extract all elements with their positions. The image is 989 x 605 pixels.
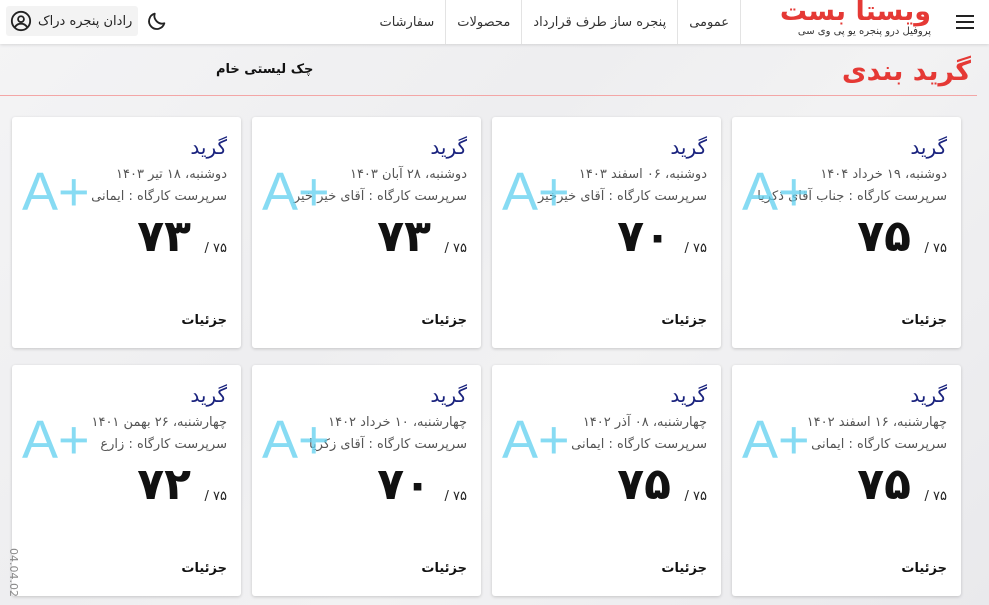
card-date: چهارشنبه، ۲۶ بهمن ۱۴۰۱ — [91, 415, 227, 430]
details-link[interactable]: جزئیات — [181, 313, 227, 328]
grade-card: گرید چهارشنبه، ۱۰ خرداد ۱۴۰۲ سرپرست کارگ… — [252, 365, 481, 596]
card-score: ۷۰ — [617, 211, 671, 262]
card-score: ۷۳ — [377, 211, 431, 262]
card-max-score: / ۷۵ — [204, 489, 227, 504]
grade-letter: A+ — [262, 410, 330, 470]
grade-letter: A+ — [742, 162, 810, 222]
card-supervisor: سرپرست کارگاه : زارع — [100, 437, 227, 452]
details-link[interactable]: جزئیات — [661, 313, 707, 328]
card-max-score: / ۷۵ — [684, 241, 707, 256]
card-max-score: / ۷۵ — [444, 489, 467, 504]
card-max-score: / ۷۵ — [924, 241, 947, 256]
details-link[interactable]: جزئیات — [901, 561, 947, 576]
grade-card: گرید دوشنبه، ۱۹ خرداد ۱۴۰۴ سرپرست کارگاه… — [732, 117, 961, 348]
user-circle-icon — [10, 10, 32, 32]
card-score: ۷۳ — [137, 211, 191, 262]
card-max-score: / ۷۵ — [684, 489, 707, 504]
details-link[interactable]: جزئیات — [421, 561, 467, 576]
main-nav: عمومی پنجره ساز طرف قرارداد محصولات سفار… — [368, 0, 741, 44]
card-max-score: / ۷۵ — [444, 241, 467, 256]
card-date: دوشنبه، ۱۹ خرداد ۱۴۰۴ — [820, 167, 947, 182]
grade-card: گرید چهارشنبه، ۱۶ اسفند ۱۴۰۲ سرپرست کارگ… — [732, 365, 961, 596]
card-date: چهارشنبه، ۰۸ آذر ۱۴۰۲ — [582, 415, 707, 430]
card-score: ۷۰ — [377, 459, 431, 510]
card-max-score: / ۷۵ — [924, 489, 947, 504]
card-date: چهارشنبه، ۱۶ اسفند ۱۴۰۲ — [806, 415, 947, 430]
grade-letter: A+ — [502, 162, 570, 222]
logo-tagline: پروفیل درو پنجره یو پی وی سی — [797, 26, 931, 37]
user-menu-button[interactable]: رادان پنجره دراک — [6, 6, 139, 36]
card-title: گرید — [910, 135, 947, 159]
card-score: ۷۵ — [857, 459, 911, 510]
card-date: دوشنبه، ۱۸ تیر ۱۴۰۳ — [116, 167, 227, 182]
grade-letter: A+ — [502, 410, 570, 470]
card-title: گرید — [670, 383, 707, 407]
card-supervisor: سرپرست کارگاه : ایمانی — [811, 437, 947, 452]
grade-letter: A+ — [22, 410, 90, 470]
brand-logo[interactable]: ویستا بست پروفیل درو پنجره یو پی وی سی — [771, 0, 932, 42]
page-title: گرید بندی — [841, 56, 971, 87]
card-supervisor: سرپرست کارگاه : آقای زکریا — [309, 437, 467, 452]
card-date: دوشنبه، ۰۶ اسفند ۱۴۰۳ — [578, 167, 707, 182]
version-label: 04.04.02 — [7, 548, 20, 597]
hamburger-icon[interactable] — [951, 8, 979, 36]
moon-icon[interactable] — [146, 10, 168, 32]
logo-text: ویستا بست — [779, 0, 932, 27]
grade-letter: A+ — [742, 410, 810, 470]
grade-card: گرید دوشنبه، ۱۸ تیر ۱۴۰۳ سرپرست کارگاه :… — [12, 117, 241, 348]
card-title: گرید — [430, 383, 467, 407]
card-score: ۷۵ — [857, 211, 911, 262]
details-link[interactable]: جزئیات — [901, 313, 947, 328]
user-area: رادان پنجره دراک — [0, 0, 180, 44]
card-max-score: / ۷۵ — [204, 241, 227, 256]
title-divider — [0, 95, 977, 96]
details-link[interactable]: جزئیات — [181, 561, 227, 576]
nav-general[interactable]: عمومی — [677, 0, 741, 44]
grade-card: گرید چهارشنبه، ۲۶ بهمن ۱۴۰۱ سرپرست کارگا… — [12, 365, 241, 596]
card-title: گرید — [430, 135, 467, 159]
grade-card: گرید چهارشنبه، ۰۸ آذر ۱۴۰۲ سرپرست کارگاه… — [492, 365, 721, 596]
card-title: گرید — [910, 383, 947, 407]
card-date: دوشنبه، ۲۸ آبان ۱۴۰۳ — [349, 167, 467, 182]
grade-letter: A+ — [22, 162, 90, 222]
nav-contract-window-maker[interactable]: پنجره ساز طرف قرارداد — [521, 0, 677, 44]
card-title: گرید — [670, 135, 707, 159]
top-bar: ویستا بست پروفیل درو پنجره یو پی وی سی ع… — [0, 0, 989, 44]
card-supervisor: سرپرست کارگاه : ایمانی — [91, 189, 227, 204]
card-supervisor: سرپرست کارگاه : ایمانی — [571, 437, 707, 452]
user-name: رادان پنجره دراک — [38, 13, 133, 29]
details-link[interactable]: جزئیات — [421, 313, 467, 328]
card-title: گرید — [190, 135, 227, 159]
details-link[interactable]: جزئیات — [661, 561, 707, 576]
card-title: گرید — [190, 383, 227, 407]
card-date: چهارشنبه، ۱۰ خرداد ۱۴۰۲ — [328, 415, 467, 430]
nav-products[interactable]: محصولات — [445, 0, 521, 44]
card-score: ۷۲ — [137, 459, 191, 510]
nav-orders[interactable]: سفارشات — [368, 0, 445, 44]
card-score: ۷۵ — [617, 459, 671, 510]
grade-card: گرید دوشنبه، ۲۸ آبان ۱۴۰۳ سرپرست کارگاه … — [252, 117, 481, 348]
grade-letter: A+ — [262, 162, 330, 222]
grade-card: گرید دوشنبه، ۰۶ اسفند ۱۴۰۳ سرپرست کارگاه… — [492, 117, 721, 348]
raw-checklist-link[interactable]: چک لیستی خام — [216, 62, 313, 77]
